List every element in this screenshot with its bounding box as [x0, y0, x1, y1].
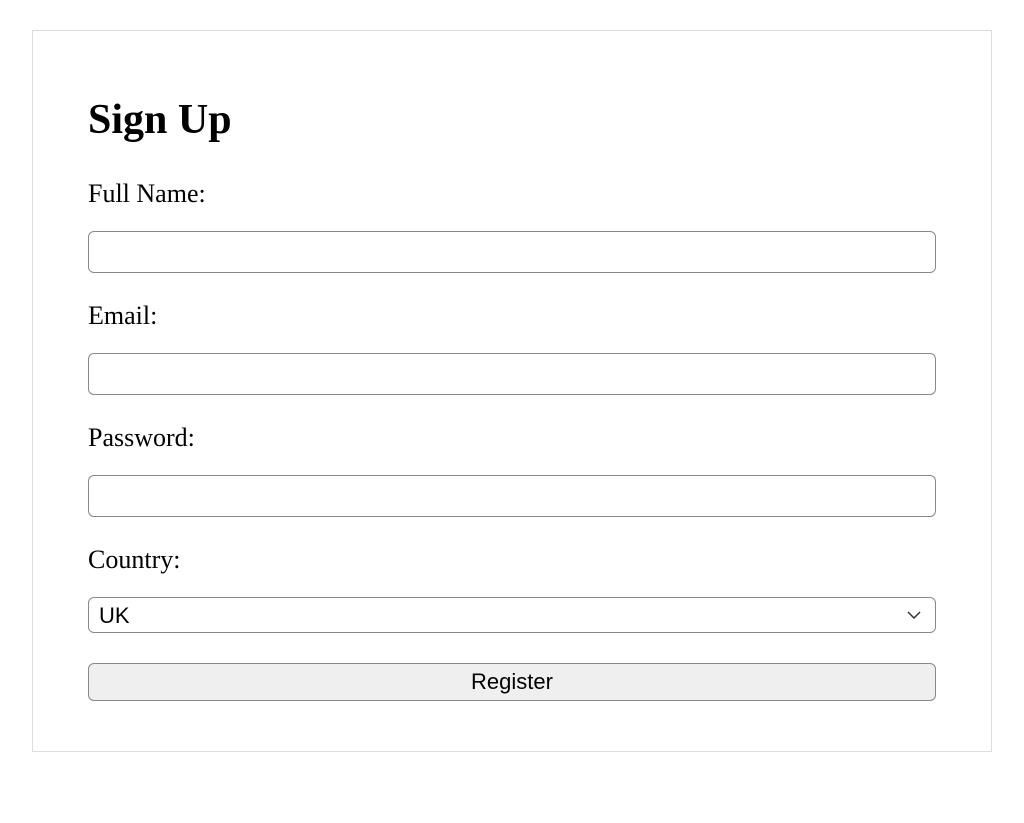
password-group: Password: [88, 423, 936, 517]
country-group: Country: UK [88, 545, 936, 633]
email-input[interactable] [88, 353, 936, 395]
full-name-input[interactable] [88, 231, 936, 273]
email-label: Email: [88, 301, 936, 331]
register-button[interactable]: Register [88, 663, 936, 701]
full-name-group: Full Name: [88, 179, 936, 273]
country-select[interactable]: UK [88, 597, 936, 633]
form-title: Sign Up [88, 96, 936, 144]
signup-form-container: Sign Up Full Name: Email: Password: Coun… [32, 30, 992, 752]
country-label: Country: [88, 545, 936, 575]
email-group: Email: [88, 301, 936, 395]
password-label: Password: [88, 423, 936, 453]
full-name-label: Full Name: [88, 179, 936, 209]
password-input[interactable] [88, 475, 936, 517]
